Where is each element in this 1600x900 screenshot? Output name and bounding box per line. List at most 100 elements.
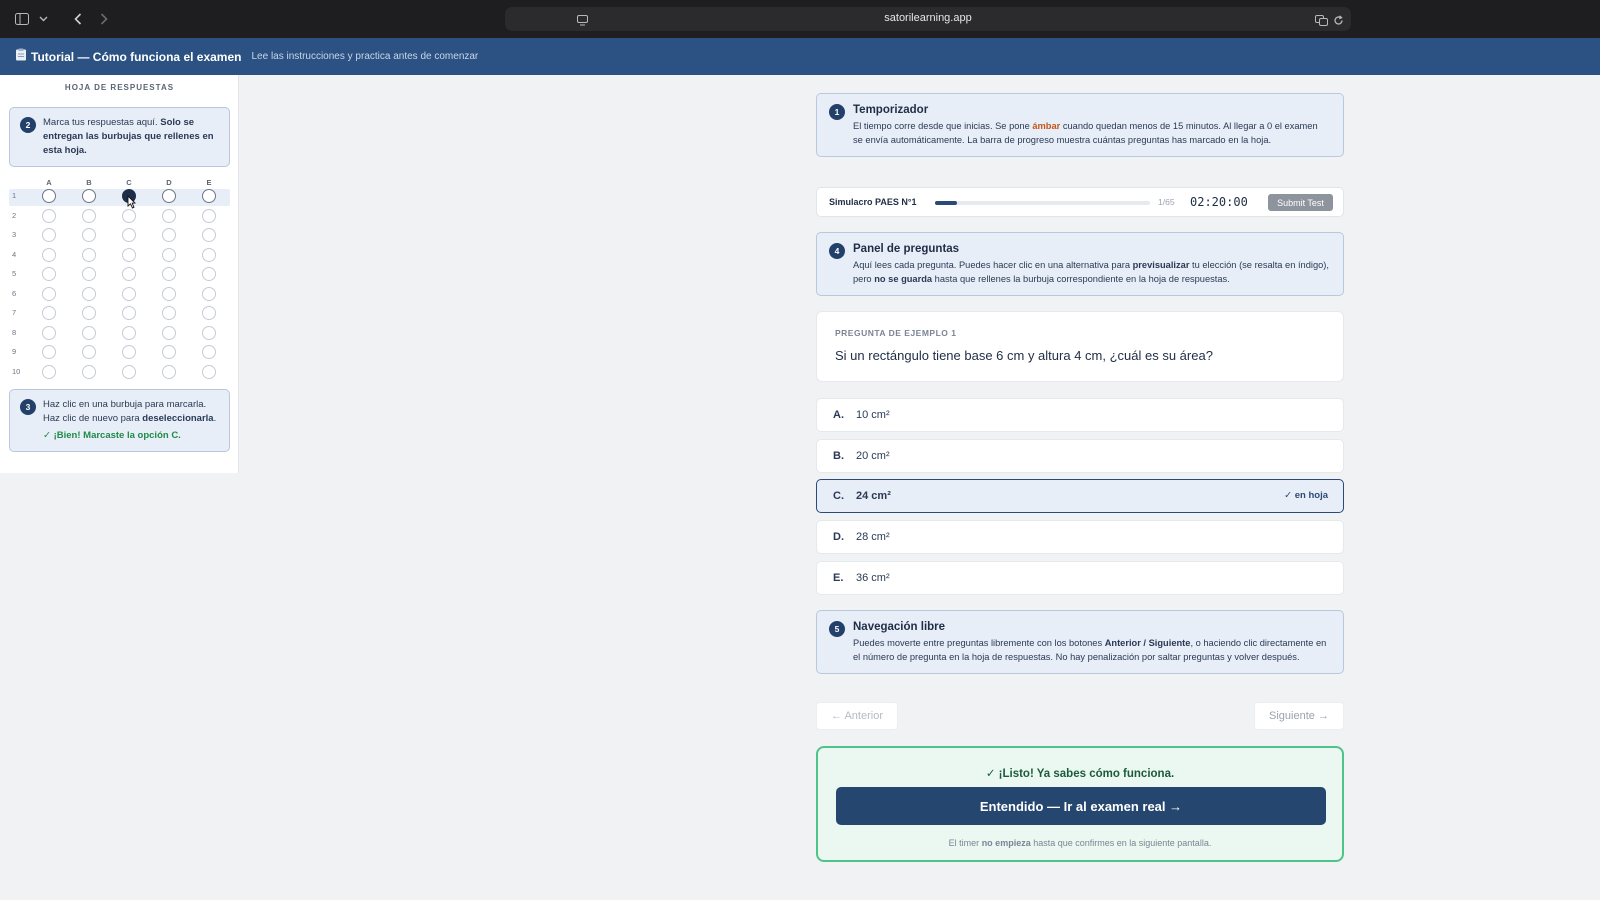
clipboard-icon (15, 48, 27, 66)
forward-icon[interactable] (94, 9, 114, 29)
timer-display: 02:20:00 (1190, 195, 1248, 209)
question-text: Si un rectángulo tiene base 6 cm y altur… (835, 348, 1213, 363)
option-letter: C. (833, 490, 844, 502)
option-c[interactable]: C. 24 cm² ✓ en hoja (816, 479, 1344, 513)
bubble-8-c[interactable] (122, 325, 136, 340)
page-subtitle: Lee las instrucciones y practica antes d… (251, 51, 479, 62)
step-badge: 1 (829, 104, 845, 120)
ready-message: ✓ ¡Listo! Ya sabes cómo funciona. (985, 768, 1175, 780)
bubble-4-e[interactable] (202, 247, 216, 262)
progress-fill (935, 201, 957, 205)
page-title: Tutorial — Cómo funciona el examen (31, 49, 242, 64)
bubble-7-e[interactable] (202, 306, 216, 320)
reload-icon[interactable] (1331, 10, 1345, 30)
row-number: 1 (12, 191, 17, 200)
go-to-exam-button[interactable]: Entendido — Ir al examen real → (836, 787, 1326, 825)
bubble-4-c[interactable] (122, 247, 136, 262)
bubble-9-c[interactable] (122, 345, 136, 359)
timer-info-box: 1 Temporizador El tiempo corre desde que… (816, 93, 1344, 157)
bubble-2-b[interactable] (82, 208, 96, 223)
bubble-8-b[interactable] (82, 325, 96, 340)
bubble-3-d[interactable] (162, 228, 176, 242)
question-panel-info-box: 4 Panel de preguntas Aquí lees cada preg… (816, 232, 1344, 296)
info-title: Navegación libre (853, 621, 946, 633)
bubble-2-c[interactable] (122, 208, 136, 223)
bubble-2-e[interactable] (202, 208, 216, 223)
bubble-3-a[interactable] (42, 228, 56, 242)
bubble-6-c[interactable] (122, 286, 136, 301)
tip-box-answer-sheet: 2 Marca tus respuestas aquí. Solo se ent… (9, 107, 230, 167)
bubble-9-e[interactable] (202, 345, 216, 359)
bubble-7-d[interactable] (162, 306, 176, 320)
option-b[interactable]: B. 20 cm² (816, 439, 1344, 473)
row-number: 2 (12, 210, 17, 220)
on-sheet-badge: ✓ en hoja (1284, 490, 1328, 501)
bubble-10-e[interactable] (202, 364, 216, 379)
bubble-1-b[interactable] (82, 189, 96, 203)
bubble-7-b[interactable] (82, 306, 96, 320)
next-button[interactable]: Siguiente → (1254, 702, 1344, 730)
row-number: 7 (12, 308, 17, 317)
bubble-10-b[interactable] (82, 364, 96, 379)
submit-test-button[interactable]: Submit Test (1268, 194, 1333, 211)
bubble-6-d[interactable] (162, 286, 176, 301)
browser-toolbar: satorilearning.app (0, 0, 1600, 38)
bubble-5-e[interactable] (202, 267, 216, 281)
bubble-9-d[interactable] (162, 345, 176, 359)
bubble-2-d[interactable] (162, 208, 176, 223)
bubble-7-a[interactable] (42, 306, 56, 320)
bubble-3-c[interactable] (122, 228, 136, 242)
bubble-6-b[interactable] (82, 286, 96, 301)
bubble-7-c[interactable] (122, 306, 136, 320)
option-e[interactable]: E. 36 cm² (816, 561, 1344, 595)
sidebar-toggle-icon[interactable] (14, 9, 30, 29)
address-bar[interactable]: satorilearning.app (505, 7, 1351, 31)
bubble-5-d[interactable] (162, 267, 176, 281)
bubble-8-d[interactable] (162, 325, 176, 340)
bubble-8-e[interactable] (202, 325, 216, 340)
url-text[interactable]: satorilearning.app (505, 12, 1351, 24)
question-card: PREGUNTA DE EJEMPLO 1 Si un rectángulo t… (816, 311, 1344, 382)
step-badge: 5 (829, 621, 845, 637)
bubble-6-a[interactable] (42, 286, 56, 301)
bubble-3-b[interactable] (82, 228, 96, 242)
option-letter: D. (833, 531, 844, 543)
bubble-5-a[interactable] (42, 267, 56, 281)
chevron-down-icon[interactable] (37, 9, 49, 29)
bubble-9-a[interactable] (42, 345, 56, 359)
bubble-3-e[interactable] (202, 228, 216, 242)
step-badge: 2 (20, 117, 36, 133)
option-value: 10 cm² (856, 409, 890, 421)
bubble-8-a[interactable] (42, 325, 56, 340)
bubble-1-e[interactable] (202, 189, 216, 203)
bubble-10-c[interactable] (122, 364, 136, 379)
option-value: 20 cm² (856, 450, 890, 462)
previous-button[interactable]: ← Anterior (816, 702, 898, 730)
bubble-5-b[interactable] (82, 267, 96, 281)
bubble-6-e[interactable] (202, 286, 216, 301)
success-message: ✓ ¡Bien! Marcaste la opción C. (43, 430, 181, 441)
bubble-4-a[interactable] (42, 247, 56, 262)
translate-icon[interactable] (1314, 10, 1328, 30)
progress-bar (935, 201, 1150, 205)
bubble-4-d[interactable] (162, 247, 176, 262)
info-title: Temporizador (853, 104, 929, 116)
row-number: 6 (12, 288, 17, 298)
bubble-10-a[interactable] (42, 364, 56, 379)
tip-text-bold: deseleccionarla (142, 413, 214, 424)
option-d[interactable]: D. 28 cm² (816, 520, 1344, 554)
bubble-10-d[interactable] (162, 364, 176, 379)
bubble-9-b[interactable] (82, 345, 96, 359)
bubble-1-a[interactable] (42, 189, 56, 203)
step-badge: 3 (20, 399, 36, 415)
bubble-4-b[interactable] (82, 247, 96, 262)
answered-count: 1/65 (1158, 197, 1175, 207)
app-header: Tutorial — Cómo funciona el examen Lee l… (0, 38, 1600, 75)
row-number: 8 (12, 327, 17, 337)
option-letter: A. (833, 409, 844, 421)
bubble-1-d[interactable] (162, 189, 176, 203)
back-icon[interactable] (68, 9, 88, 29)
bubble-5-c[interactable] (122, 267, 136, 281)
option-a[interactable]: A. 10 cm² (816, 398, 1344, 432)
bubble-2-a[interactable] (42, 208, 56, 223)
